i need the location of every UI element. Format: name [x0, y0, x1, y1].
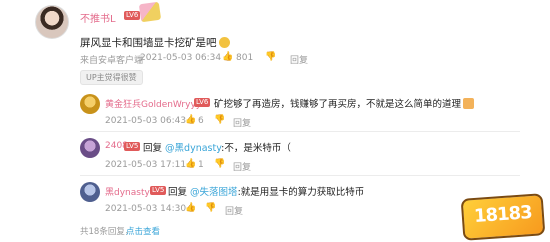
dislike-icon[interactable]: 👎	[214, 115, 225, 125]
reply-text: 回复 @黑dynasty:不，是米特币（	[143, 143, 291, 154]
level-badge: LV5	[150, 186, 167, 195]
reply-avatar[interactable]	[80, 94, 100, 114]
like-count: 1	[198, 160, 204, 170]
dislike-icon[interactable]: 👎	[265, 52, 276, 62]
comment-time: 2021-05-03 06:34	[140, 53, 222, 63]
reply-time: 2021-05-03 06:43	[105, 116, 187, 126]
like-icon[interactable]: 👍	[185, 203, 196, 213]
mention-link[interactable]: @失落图塔	[190, 187, 238, 198]
like-icon[interactable]: 👍	[222, 52, 233, 62]
mention-link[interactable]: @黑dynasty	[165, 143, 221, 154]
like-count: 801	[236, 53, 254, 63]
like-count: 6	[198, 116, 204, 126]
like-icon[interactable]: 👍	[185, 159, 196, 169]
smile-emoji-icon	[218, 36, 230, 48]
level-badge: LV5	[124, 142, 141, 151]
reply-time: 2021-05-03 14:30	[105, 204, 187, 214]
reply-text: 矿挖够了再造房，钱赚够了再买房，不就是这么简单的道理	[214, 96, 475, 110]
reply-button[interactable]: 回复	[233, 160, 251, 173]
reply-avatar[interactable]	[80, 182, 100, 202]
divider	[80, 175, 520, 176]
divider	[80, 131, 520, 132]
level-badge: LV6	[194, 98, 211, 107]
reply-time: 2021-05-03 17:11	[105, 160, 187, 170]
like-icon[interactable]: 👍	[185, 115, 196, 125]
reply-button[interactable]: 回复	[233, 116, 251, 129]
dislike-icon[interactable]: 👎	[214, 159, 225, 169]
site-watermark-logo: 18183	[460, 193, 546, 241]
fan-medal-icon	[138, 1, 162, 23]
reply-avatar[interactable]	[80, 138, 100, 158]
reply-text: 回复 @失落图塔:就是用显卡的算力获取比特币	[168, 187, 365, 198]
reply-username[interactable]: 黄金狂兵GoldenWryyy	[105, 97, 201, 110]
cat-emoji-icon	[463, 98, 475, 109]
view-more-link[interactable]: 点击查看	[126, 225, 160, 237]
level-badge: LV6	[124, 11, 141, 20]
reply-button[interactable]: 回复	[225, 204, 243, 217]
comment-text: 屏风显卡和围墙显卡挖矿是吧	[80, 35, 230, 50]
user-avatar[interactable]	[35, 5, 69, 39]
comment-username[interactable]: 不推书L	[80, 10, 116, 25]
comment-location: 来自安卓客户端	[80, 56, 144, 66]
up-liked-badge: UP主觉得很赞	[80, 70, 143, 85]
dislike-icon[interactable]: 👎	[205, 203, 216, 213]
reply-button[interactable]: 回复	[290, 53, 308, 66]
reply-username[interactable]: 黑dynasty	[105, 185, 150, 198]
